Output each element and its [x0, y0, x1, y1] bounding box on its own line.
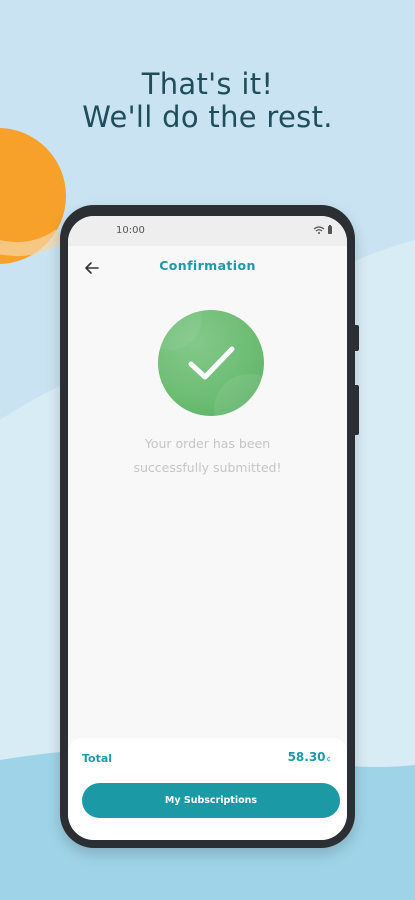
message-line-2: successfully submitted!	[133, 460, 282, 475]
status-time: 10:00	[116, 225, 145, 236]
confirmation-message: Your order has been successfully submitt…	[88, 432, 327, 480]
my-subscriptions-button[interactable]: My Subscriptions	[82, 783, 340, 818]
order-footer: Total 58.30¢ My Subscriptions	[68, 738, 347, 840]
headline-line-2: We'll do the rest.	[82, 100, 333, 134]
status-bar: 10:00	[68, 216, 347, 246]
success-badge	[158, 310, 264, 416]
total-amount: 58.30	[287, 750, 326, 764]
promo-headline: That's it! We'll do the rest.	[0, 68, 415, 134]
status-icons	[313, 225, 335, 238]
power-button	[355, 385, 359, 435]
wifi-icon	[313, 226, 325, 234]
phone-screen: 10:00 Confirmation Your order has been s…	[68, 216, 347, 840]
headline-line-1: That's it!	[141, 67, 274, 101]
page-title: Confirmation	[159, 258, 256, 273]
checkmark-icon	[188, 346, 235, 380]
app-bar: Confirmation	[68, 246, 347, 292]
message-line-1: Your order has been	[144, 436, 271, 451]
volume-button	[355, 325, 359, 351]
battery-icon	[328, 225, 332, 234]
phone-mockup: 10:00 Confirmation Your order has been s…	[60, 205, 359, 848]
total-label: Total	[82, 752, 113, 765]
total-value: 58.30¢	[288, 750, 331, 764]
currency-symbol: ¢	[326, 755, 331, 763]
